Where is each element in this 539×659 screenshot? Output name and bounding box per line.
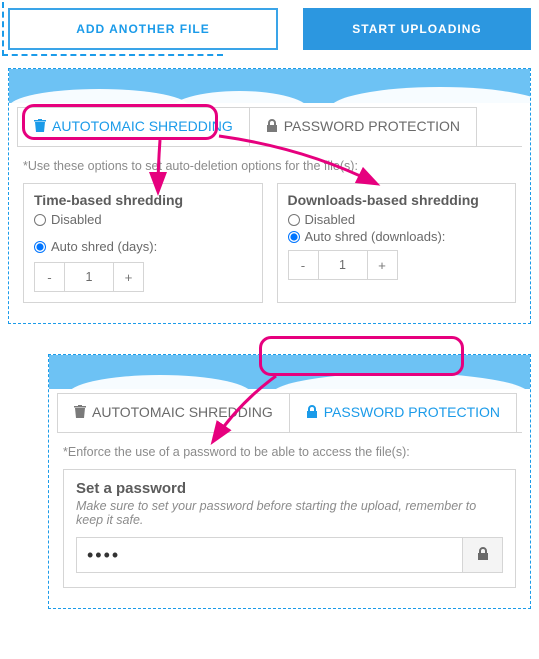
- password-caption: Enforce the use of a password to be able…: [63, 445, 516, 459]
- time-disabled-radio[interactable]: Disabled: [34, 212, 252, 227]
- time-disabled-label: Disabled: [51, 212, 102, 227]
- password-lock-button[interactable]: [462, 538, 502, 572]
- time-auto-input[interactable]: [34, 241, 46, 253]
- lock-icon: [266, 119, 278, 133]
- downloads-minus-button[interactable]: -: [289, 251, 319, 279]
- downloads-value: 1: [319, 251, 367, 279]
- add-another-file-button[interactable]: ADD ANOTHER FILE: [8, 8, 278, 50]
- downloads-disabled-label: Disabled: [305, 212, 356, 227]
- time-disabled-input[interactable]: [34, 214, 46, 226]
- shredding-caption: Use these options to set auto-deletion o…: [23, 159, 516, 173]
- time-stepper: - 1 +: [34, 262, 144, 292]
- downloads-disabled-input[interactable]: [288, 214, 300, 226]
- tab-password-label: PASSWORD PROTECTION: [284, 118, 460, 134]
- time-auto-label: Auto shred (days):: [51, 239, 157, 254]
- tab-password[interactable]: PASSWORD PROTECTION: [250, 107, 477, 146]
- time-minus-button[interactable]: -: [35, 263, 65, 291]
- tab-shredding-2-label: AUTOTOMAIC SHREDDING: [92, 404, 273, 420]
- trash-icon: [74, 405, 86, 419]
- downloads-disabled-radio[interactable]: Disabled: [288, 212, 506, 227]
- panel-header-sky-2: [49, 355, 530, 389]
- downloads-auto-radio[interactable]: Auto shred (downloads):: [288, 229, 506, 244]
- trash-icon: [34, 119, 46, 133]
- lock-icon: [477, 547, 489, 564]
- tab-password-2[interactable]: PASSWORD PROTECTION: [290, 393, 517, 432]
- lock-icon: [306, 405, 318, 419]
- downloads-auto-input[interactable]: [288, 231, 300, 243]
- panel-header-sky: [9, 69, 530, 103]
- downloads-auto-label: Auto shred (downloads):: [305, 229, 446, 244]
- password-title: Set a password: [76, 480, 503, 497]
- time-shredding-box: Time-based shredding Disabled Auto shred…: [23, 183, 263, 303]
- tab-shredding[interactable]: AUTOTOMAIC SHREDDING: [17, 107, 250, 146]
- tab-shredding-2[interactable]: AUTOTOMAIC SHREDDING: [57, 393, 290, 432]
- time-title: Time-based shredding: [34, 192, 252, 208]
- downloads-stepper: - 1 +: [288, 250, 398, 280]
- start-uploading-button[interactable]: START UPLOADING: [303, 8, 531, 50]
- panel-shredding: AUTOTOMAIC SHREDDING PASSWORD PROTECTION…: [8, 68, 531, 324]
- time-auto-radio[interactable]: Auto shred (days):: [34, 239, 157, 254]
- time-value: 1: [65, 263, 113, 291]
- downloads-plus-button[interactable]: +: [367, 251, 397, 279]
- time-plus-button[interactable]: +: [113, 263, 143, 291]
- password-box: Set a password Make sure to set your pas…: [63, 469, 516, 588]
- downloads-title: Downloads-based shredding: [288, 192, 506, 208]
- password-hint: Make sure to set your password before st…: [76, 499, 503, 527]
- downloads-shredding-box: Downloads-based shredding Disabled Auto …: [277, 183, 517, 303]
- panel-password: AUTOTOMAIC SHREDDING PASSWORD PROTECTION…: [48, 354, 531, 609]
- tab-shredding-label: AUTOTOMAIC SHREDDING: [52, 118, 233, 134]
- password-field[interactable]: [77, 538, 462, 572]
- tab-password-2-label: PASSWORD PROTECTION: [324, 404, 500, 420]
